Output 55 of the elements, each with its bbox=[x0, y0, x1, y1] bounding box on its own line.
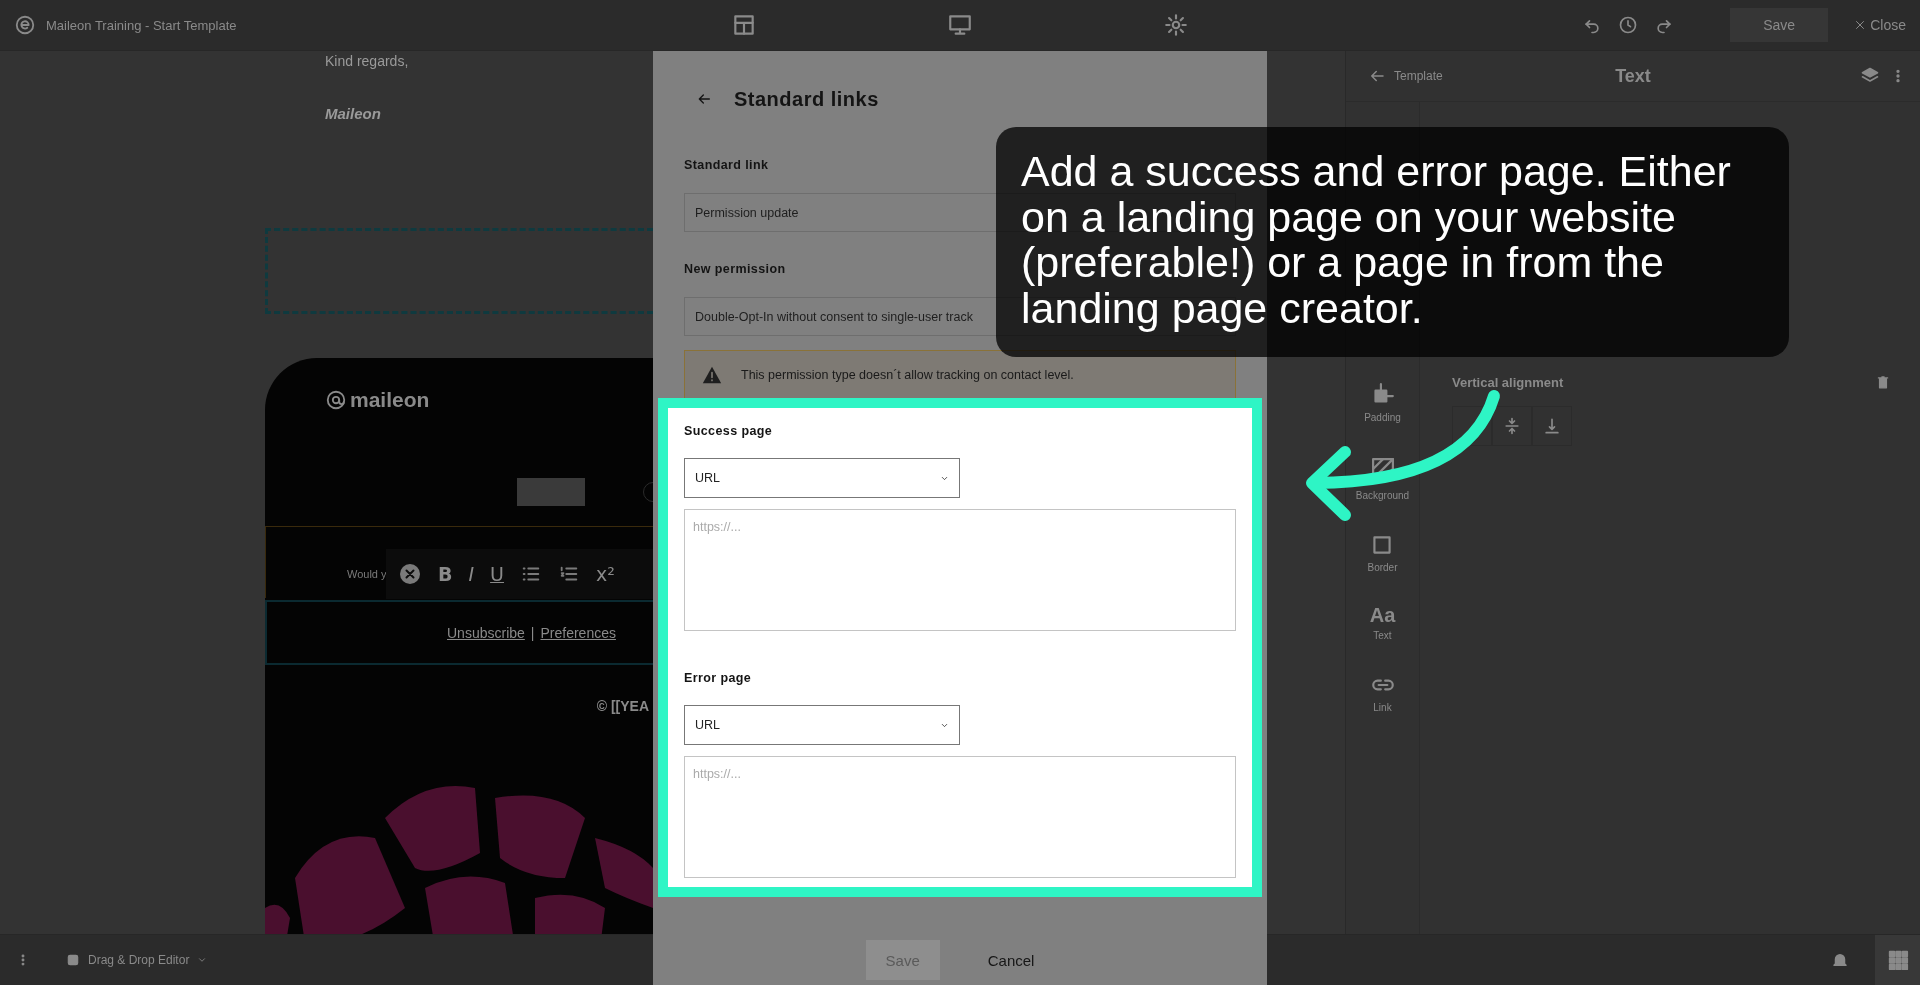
apps-button[interactable] bbox=[1875, 935, 1920, 985]
close-button[interactable]: Close bbox=[1854, 17, 1906, 33]
tool-button[interactable]: Border bbox=[1367, 532, 1398, 573]
format-button[interactable]: I bbox=[468, 564, 475, 584]
signature-text: Maileon bbox=[325, 105, 381, 122]
align-bottom-icon bbox=[1542, 416, 1562, 436]
field-label: Standard link bbox=[684, 157, 769, 173]
aa-icon: Aa bbox=[1369, 604, 1396, 626]
type-dropdown[interactable]: URL bbox=[684, 705, 960, 745]
warning-text: This permission type doesn´t allow tracking on contact level. bbox=[741, 367, 1074, 382]
modal-title: Standard links bbox=[734, 87, 879, 111]
section-label: Vertical alignment bbox=[1452, 374, 1564, 390]
back-arrow-icon[interactable] bbox=[696, 91, 712, 107]
format-button[interactable]: x² bbox=[596, 564, 615, 584]
closing-text: Kind regards, bbox=[325, 53, 409, 69]
section-label: Success page bbox=[684, 423, 773, 439]
tool-button[interactable]: Aa Text bbox=[1369, 604, 1396, 641]
type-dropdown[interactable]: URL bbox=[684, 458, 960, 498]
trash-icon[interactable] bbox=[1876, 374, 1890, 390]
grid-icon bbox=[1886, 949, 1909, 971]
settings-icon[interactable] bbox=[1163, 12, 1189, 38]
document-title: Maileon Training - Start Template bbox=[46, 17, 237, 33]
block-icon bbox=[66, 953, 80, 967]
url-field[interactable]: https://... bbox=[684, 756, 1236, 878]
tool-button[interactable]: Padding bbox=[1364, 382, 1401, 423]
tool-button[interactable]: Background bbox=[1355, 454, 1410, 501]
at-icon bbox=[325, 389, 347, 411]
section-label: Error page bbox=[684, 670, 752, 686]
badge-image bbox=[517, 478, 585, 506]
align-button[interactable] bbox=[1452, 406, 1492, 446]
footer-link[interactable]: Unsubscribe bbox=[447, 624, 525, 641]
panel-title: Text bbox=[1615, 65, 1651, 86]
url-field[interactable]: https://... bbox=[684, 509, 1236, 631]
layout-icon[interactable] bbox=[731, 12, 757, 38]
logo-text: maileon bbox=[350, 388, 430, 412]
save-button[interactable]: Save bbox=[1730, 8, 1829, 42]
greeting-text: Would y bbox=[347, 568, 387, 580]
footer-link[interactable]: Preferences bbox=[540, 624, 616, 641]
history-icon[interactable] bbox=[1618, 15, 1639, 35]
clear-icon[interactable] bbox=[398, 562, 422, 586]
separator-text: | bbox=[530, 624, 535, 641]
monitor-icon[interactable] bbox=[947, 12, 973, 38]
editor-menu[interactable]: Drag & Drop Editor bbox=[66, 953, 208, 967]
cancel-button[interactable]: Cancel bbox=[967, 940, 1055, 980]
hint-tooltip: Add a success and error page. Either on a landing page on your website (preferable!) or a page in from the landing page creator. bbox=[996, 127, 1789, 357]
copyright-text: © [[YEA bbox=[596, 698, 649, 714]
close-icon bbox=[1854, 19, 1867, 31]
tool-button[interactable]: Link bbox=[1369, 672, 1396, 713]
back-button[interactable]: Template bbox=[1368, 67, 1443, 85]
bell-icon[interactable] bbox=[1831, 951, 1849, 969]
caret-icon bbox=[197, 955, 208, 965]
format-button[interactable]: B bbox=[438, 564, 453, 584]
field-label: New permission bbox=[684, 261, 786, 277]
format-button[interactable]: U bbox=[490, 564, 504, 584]
logo-icon bbox=[14, 14, 36, 36]
